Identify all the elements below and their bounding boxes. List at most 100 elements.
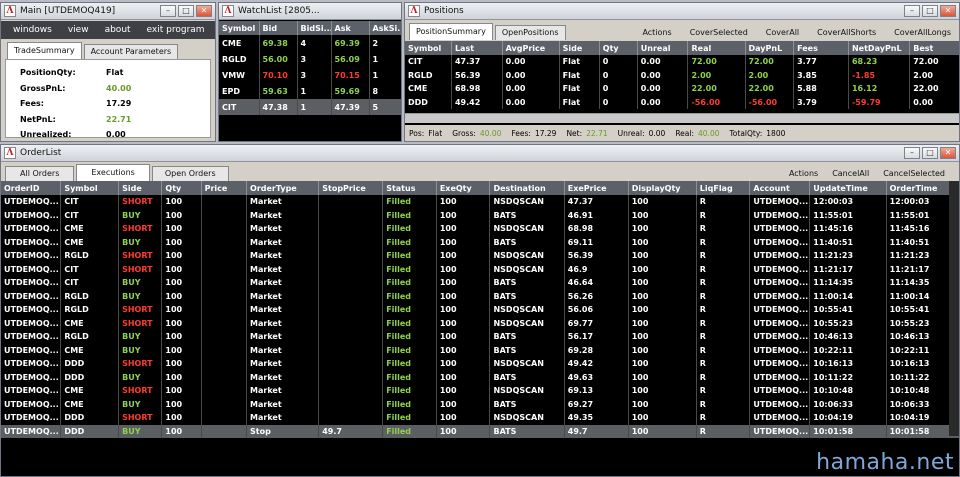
column-header-qty[interactable]: Qty bbox=[599, 41, 638, 55]
menu-about[interactable]: about bbox=[105, 25, 131, 35]
column-header-account[interactable]: Account bbox=[749, 181, 811, 195]
orderlist-scrollbar[interactable] bbox=[949, 181, 959, 436]
column-header-fees[interactable]: Fees bbox=[793, 41, 849, 55]
column-header-price[interactable]: Price bbox=[201, 181, 248, 195]
column-header-stopprice[interactable]: StopPrice bbox=[318, 181, 384, 195]
positions-scrollbar[interactable] bbox=[405, 113, 959, 123]
cell-side: SHORT bbox=[118, 411, 163, 425]
coveralllongs-button[interactable]: CoverAllLongs bbox=[894, 28, 951, 37]
orderlist-titlebar[interactable]: Λ OrderList – □ ✕ bbox=[1, 145, 959, 162]
column-header-unreal[interactable]: Unreal bbox=[637, 41, 689, 55]
column-header-symbol[interactable]: Symbol bbox=[405, 41, 452, 55]
column-header-netdaypnl[interactable]: NetDayPnL bbox=[848, 41, 911, 55]
tab-account-parameters[interactable]: Account Parameters bbox=[83, 44, 179, 59]
table-row[interactable]: UTDEMOQ... CME BUY 100 Market Filled 100 BATS 69… bbox=[1, 235, 959, 249]
column-header-orderid[interactable]: OrderID bbox=[1, 181, 62, 195]
table-row[interactable]: EPD 59.63 1 59.69 8 bbox=[219, 83, 401, 99]
column-header-ordertype[interactable]: OrderType bbox=[246, 181, 320, 195]
table-row[interactable]: CME 69.38 4 69.39 2 bbox=[219, 35, 401, 51]
actions-button[interactable]: Actions bbox=[642, 28, 671, 37]
table-row[interactable]: UTDEMOQ... CME SHORT 100 Market Filled 100 NSDQ… bbox=[1, 384, 959, 398]
table-row[interactable]: UTDEMOQ... RGLD SHORT 100 Market Filled 100 NSD… bbox=[1, 249, 959, 263]
table-row[interactable]: UTDEMOQ... CIT SHORT 100 Market Filled 100 NSDQ… bbox=[1, 262, 959, 276]
table-row[interactable]: CIT 47.37 0.00 Flat 0 0.00 72.00 72.00 3.77 68.23… bbox=[405, 55, 959, 69]
table-row[interactable]: UTDEMOQ... RGLD SHORT 100 Market Filled 100 NSD… bbox=[1, 303, 959, 317]
cell-fees: 3.79 bbox=[793, 95, 849, 109]
column-header-best[interactable]: Best bbox=[909, 41, 959, 55]
table-row[interactable]: UTDEMOQ... DDD BUY 100 Stop 49.7 Filled 100 BATS… bbox=[1, 424, 959, 438]
column-header-liqflag[interactable]: LiqFlag bbox=[696, 181, 751, 195]
column-header-daypnl[interactable]: DayPnL bbox=[745, 41, 795, 55]
column-header-symbol[interactable]: Symbol bbox=[60, 181, 120, 195]
column-header-status[interactable]: Status bbox=[382, 181, 437, 195]
table-row[interactable]: RGLD 56.39 0.00 Flat 0 0.00 2.00 2.00 3.85 -1.85 2… bbox=[405, 68, 959, 82]
menu-windows[interactable]: windows bbox=[13, 25, 52, 35]
close-icon[interactable]: ✕ bbox=[196, 5, 212, 17]
table-row[interactable]: UTDEMOQ... RGLD BUY 100 Market Filled 100 BATS 5… bbox=[1, 330, 959, 344]
column-header-updatetime[interactable]: UpdateTime bbox=[809, 181, 887, 195]
coverallshorts-button[interactable]: CoverAllShorts bbox=[817, 28, 876, 37]
table-row[interactable]: UTDEMOQ... CME SHORT 100 Market Filled 100 NSDQ… bbox=[1, 316, 959, 330]
tab-all-orders[interactable]: All Orders bbox=[5, 166, 75, 181]
table-row[interactable]: UTDEMOQ... CIT BUY 100 Market Filled 100 BATS 46… bbox=[1, 276, 959, 290]
column-header-symbol[interactable]: Symbol bbox=[219, 21, 260, 35]
table-row[interactable]: UTDEMOQ... DDD BUY 100 Market Filled 100 BATS 49… bbox=[1, 370, 959, 384]
cell-symbol: RGLD bbox=[405, 68, 452, 82]
table-row[interactable]: UTDEMOQ... DDD SHORT 100 Market Filled 100 NSDQ… bbox=[1, 357, 959, 371]
table-row[interactable]: UTDEMOQ... DDD SHORT 100 Market Filled 100 NSDQ… bbox=[1, 411, 959, 425]
tab-trade-summary[interactable]: TradeSummary bbox=[7, 42, 82, 59]
cancelselected-button[interactable]: CancelSelected bbox=[883, 169, 945, 178]
close-icon[interactable]: ✕ bbox=[940, 5, 956, 17]
column-header-displayqty[interactable]: DisplayQty bbox=[628, 181, 697, 195]
tab-position-summary[interactable]: PositionSummary bbox=[409, 23, 493, 40]
table-row[interactable]: RGLD 56.00 3 56.09 1 bbox=[219, 51, 401, 67]
minimize-icon[interactable]: – bbox=[904, 147, 920, 159]
table-row[interactable]: UTDEMOQ... CME BUY 100 Market Filled 100 BATS 69… bbox=[1, 397, 959, 411]
cell-symbol: CIT bbox=[60, 208, 120, 222]
column-header-real[interactable]: Real bbox=[687, 41, 746, 55]
tab-open-orders[interactable]: Open Orders bbox=[151, 166, 229, 181]
close-icon[interactable]: ✕ bbox=[940, 147, 956, 159]
minimize-icon[interactable]: – bbox=[904, 5, 920, 17]
table-row[interactable]: UTDEMOQ... RGLD BUY 100 Market Filled 100 BATS 5… bbox=[1, 289, 959, 303]
column-header-exeprice[interactable]: ExePrice bbox=[564, 181, 629, 195]
table-row[interactable]: DDD 49.42 0.00 Flat 0 0.00 -56.00 -56.00 3.79 -59… bbox=[405, 95, 959, 109]
column-header-last[interactable]: Last bbox=[451, 41, 503, 55]
coverselected-button[interactable]: CoverSelected bbox=[690, 28, 748, 37]
cell-exeqty: 100 bbox=[436, 397, 491, 411]
column-header-bid[interactable]: Bid bbox=[259, 21, 298, 35]
watchlist-titlebar[interactable]: Λ WatchList [2805... bbox=[219, 3, 401, 20]
column-header-avgprice[interactable]: AvgPrice bbox=[502, 41, 560, 55]
cell-bidsi: 3 bbox=[297, 67, 332, 83]
table-row[interactable]: UTDEMOQ... CME BUY 100 Market Filled 100 BATS 69… bbox=[1, 343, 959, 357]
maximize-icon[interactable]: □ bbox=[178, 5, 194, 17]
minimize-icon[interactable]: – bbox=[160, 5, 176, 17]
table-row[interactable]: CME 68.98 0.00 Flat 0 0.00 22.00 22.00 5.88 16.12… bbox=[405, 82, 959, 96]
column-header-exeqty[interactable]: ExeQty bbox=[436, 181, 491, 195]
table-row[interactable]: UTDEMOQ... CME SHORT 100 Market Filled 100 NSDQ… bbox=[1, 222, 959, 236]
column-header-destination[interactable]: Destination bbox=[489, 181, 565, 195]
column-header-side[interactable]: Side bbox=[559, 41, 600, 55]
positions-titlebar[interactable]: Λ Positions – □ ✕ bbox=[405, 3, 959, 20]
menu-view[interactable]: view bbox=[68, 25, 89, 35]
column-header-qty[interactable]: Qty bbox=[161, 181, 202, 195]
table-row[interactable]: UTDEMOQ... CIT SHORT 100 Market Filled 100 NSDQ… bbox=[1, 195, 959, 209]
maximize-icon[interactable]: □ bbox=[922, 5, 938, 17]
coverall-button[interactable]: CoverAll bbox=[766, 28, 799, 37]
actions-button[interactable]: Actions bbox=[789, 169, 818, 178]
main-titlebar[interactable]: Λ Main [UTDEMOQ419] – □ ✕ bbox=[1, 3, 215, 20]
cancelall-button[interactable]: CancelAll bbox=[832, 169, 869, 178]
column-header-side[interactable]: Side bbox=[118, 181, 163, 195]
menu-exit-program[interactable]: exit program bbox=[147, 25, 205, 35]
table-row[interactable]: UTDEMOQ... CIT BUY 100 Market Filled 100 BATS 46… bbox=[1, 208, 959, 222]
main-tabs: TradeSummary Account Parameters bbox=[3, 42, 179, 59]
column-header-ask[interactable]: Ask bbox=[331, 21, 370, 35]
table-row[interactable]: CIT 47.38 1 47.39 5 bbox=[219, 99, 401, 115]
column-header-bidsi[interactable]: BidSi... bbox=[297, 21, 332, 35]
maximize-icon[interactable]: □ bbox=[922, 147, 938, 159]
table-row[interactable]: VMW 70.10 3 70.15 1 bbox=[219, 67, 401, 83]
column-header-asksi[interactable]: AskSi... bbox=[369, 21, 401, 35]
tab-open-positions[interactable]: OpenPositions bbox=[494, 25, 566, 40]
cell-price bbox=[201, 357, 248, 371]
tab-executions[interactable]: Executions bbox=[76, 164, 150, 181]
